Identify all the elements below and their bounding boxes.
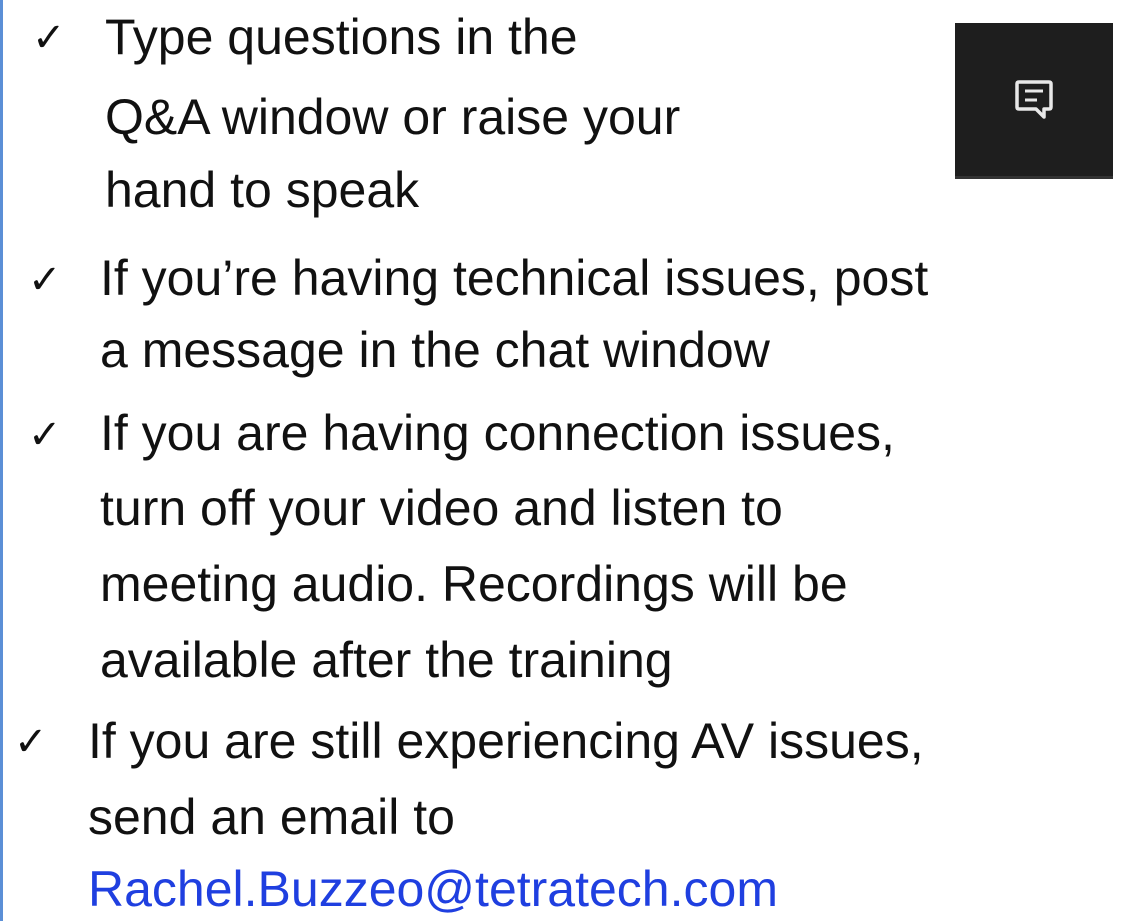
email-link[interactable]: Rachel.Buzzeo@tetratech.com [88, 859, 778, 919]
bullet-3-line-2: turn off your video and listen to [100, 480, 783, 536]
bullet-2-line-1: If you’re having technical issues, post [100, 250, 929, 306]
checkmark-icon: ✓ [28, 257, 62, 303]
bullet-3-line-4: available after the training [100, 632, 673, 688]
bullet-4-line-1: If you are still experiencing AV issues, [88, 713, 924, 769]
checkmark-icon: ✓ [32, 15, 66, 61]
bullet-4-line-2: send an email to [88, 789, 455, 845]
left-border [0, 0, 3, 921]
bullet-3-line-1: If you are having connection issues, [100, 405, 895, 461]
bullet-1-line-2: Q&A window or raise your [105, 89, 681, 145]
chat-button[interactable] [955, 23, 1113, 179]
chat-icon [1015, 79, 1053, 119]
bullet-2-line-2: a message in the chat window [100, 322, 770, 378]
bullet-1-line-1: Type questions in the [105, 9, 578, 65]
checkmark-icon: ✓ [14, 719, 48, 765]
bullet-3-line-3: meeting audio. Recordings will be [100, 556, 848, 612]
bullet-1-line-3: hand to speak [105, 162, 420, 218]
checkmark-icon: ✓ [28, 412, 62, 458]
